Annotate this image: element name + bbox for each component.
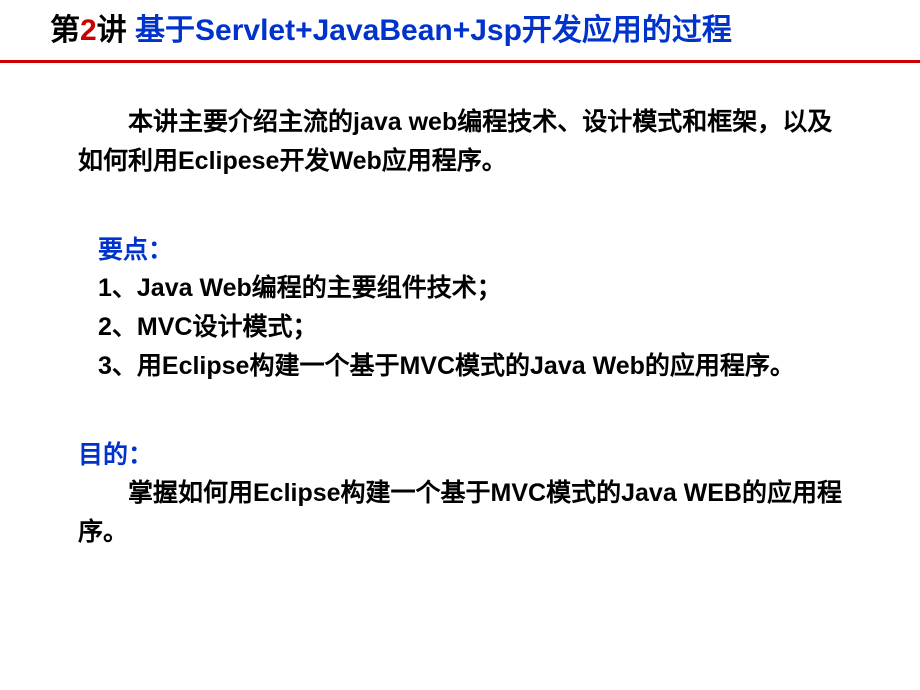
point-item-3: 3、用Eclipse构建一个基于MVC模式的Java Web的应用程序。 xyxy=(78,347,842,386)
purpose-section: 目的： 掌握如何用Eclipse构建一个基于MVC模式的Java WEB的应用程… xyxy=(78,436,842,552)
title-number: 2 xyxy=(80,14,97,47)
title-prefix-1: 第 xyxy=(50,14,80,47)
title-row: 第2讲 基于Servlet+JavaBean+Jsp开发应用的过程 xyxy=(0,10,920,63)
intro-paragraph: 本讲主要介绍主流的java web编程技术、设计模式和框架，以及如何利用Ecli… xyxy=(78,103,842,181)
slide-container: 第2讲 基于Servlet+JavaBean+Jsp开发应用的过程 本讲主要介绍… xyxy=(0,0,920,690)
content-area: 本讲主要介绍主流的java web编程技术、设计模式和框架，以及如何利用Ecli… xyxy=(0,103,920,552)
point-item-1: 1、Java Web编程的主要组件技术； xyxy=(78,269,842,308)
slide-title: 第2讲 基于Servlet+JavaBean+Jsp开发应用的过程 xyxy=(50,10,870,52)
purpose-label: 目的： xyxy=(78,436,842,475)
title-prefix-2: 讲 xyxy=(97,14,135,47)
point-item-2: 2、MVC设计模式； xyxy=(78,308,842,347)
points-label: 要点： xyxy=(78,231,842,270)
points-section: 要点： 1、Java Web编程的主要组件技术； 2、MVC设计模式； 3、用E… xyxy=(78,231,842,386)
purpose-text: 掌握如何用Eclipse构建一个基于MVC模式的Java WEB的应用程序。 xyxy=(78,474,842,552)
title-main: 基于Servlet+JavaBean+Jsp开发应用的过程 xyxy=(135,14,732,47)
